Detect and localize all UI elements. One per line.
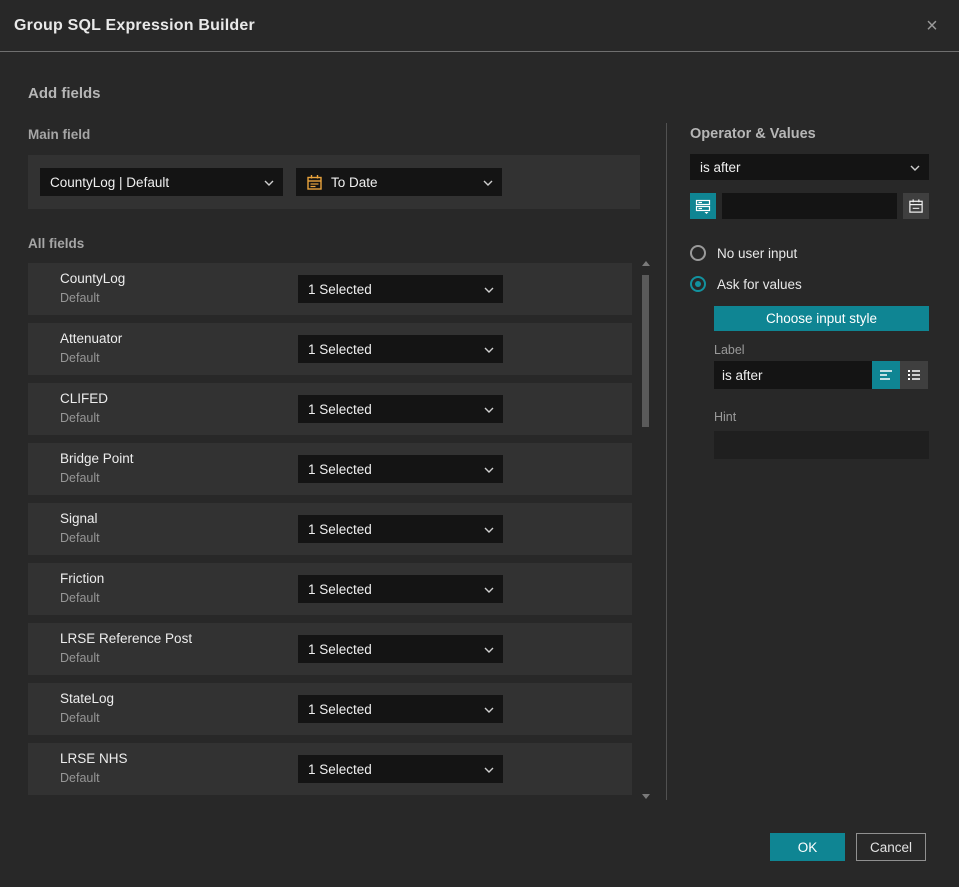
add-fields-heading: Add fields xyxy=(28,85,101,102)
main-field-select-value: CountyLog | Default xyxy=(50,174,170,190)
field-selected-dropdown[interactable]: 1 Selected xyxy=(298,695,503,723)
radio-icon xyxy=(690,245,706,261)
field-selected-dropdown[interactable]: 1 Selected xyxy=(298,515,503,543)
choose-input-style-button[interactable]: Choose input style xyxy=(714,306,929,331)
radio-ask-for-values-label: Ask for values xyxy=(717,276,802,292)
field-row: Friction Default 1 Selected xyxy=(28,563,632,615)
field-selected-value: 1 Selected xyxy=(308,761,372,777)
panel-divider xyxy=(666,123,667,800)
fields-scrollbar[interactable] xyxy=(640,261,652,799)
scroll-up-icon[interactable] xyxy=(642,261,650,266)
chevron-down-icon xyxy=(484,460,494,478)
scroll-down-icon[interactable] xyxy=(642,794,650,799)
field-row: CLIFED Default 1 Selected xyxy=(28,383,632,435)
chevron-down-icon xyxy=(484,700,494,718)
field-row: Attenuator Default 1 Selected xyxy=(28,323,632,375)
bullet-list-icon xyxy=(906,367,922,383)
chevron-down-icon xyxy=(484,280,494,298)
label-field-label: Label xyxy=(714,343,745,357)
align-left-icon xyxy=(878,367,894,383)
stacked-values-icon xyxy=(695,198,711,214)
chevron-down-icon xyxy=(484,580,494,598)
value-input[interactable] xyxy=(722,193,897,219)
cancel-button[interactable]: Cancel xyxy=(856,833,926,861)
date-type-select[interactable]: To Date xyxy=(296,168,502,196)
main-field-select[interactable]: CountyLog | Default xyxy=(40,168,283,196)
chevron-down-icon xyxy=(483,173,493,191)
field-selected-dropdown[interactable]: 1 Selected xyxy=(298,755,503,783)
field-selected-value: 1 Selected xyxy=(308,461,372,477)
close-icon[interactable]: × xyxy=(921,15,943,37)
list-input-style-button[interactable] xyxy=(900,361,928,389)
chevron-down-icon xyxy=(484,760,494,778)
label-input-row xyxy=(714,361,929,389)
calendar-icon xyxy=(306,174,323,191)
radio-no-user-input[interactable]: No user input xyxy=(690,245,929,261)
field-selected-value: 1 Selected xyxy=(308,581,372,597)
chevron-down-icon xyxy=(484,640,494,658)
field-row: CountyLog Default 1 Selected xyxy=(28,263,632,315)
field-row: Signal Default 1 Selected xyxy=(28,503,632,555)
field-selected-dropdown[interactable]: 1 Selected xyxy=(298,455,503,483)
all-fields-label: All fields xyxy=(28,236,85,251)
value-input-row xyxy=(690,193,929,219)
field-selected-value: 1 Selected xyxy=(308,341,372,357)
field-selected-value: 1 Selected xyxy=(308,701,372,717)
field-selected-value: 1 Selected xyxy=(308,401,372,417)
field-selected-value: 1 Selected xyxy=(308,281,372,297)
dialog-titlebar: Group SQL Expression Builder × xyxy=(0,0,959,52)
field-row: StateLog Default 1 Selected xyxy=(28,683,632,735)
field-selected-dropdown[interactable]: 1 Selected xyxy=(298,575,503,603)
hint-field-label: Hint xyxy=(714,410,737,424)
field-selected-dropdown[interactable]: 1 Selected xyxy=(298,395,503,423)
chevron-down-icon xyxy=(484,340,494,358)
radio-checked-icon xyxy=(690,276,706,292)
hint-input[interactable] xyxy=(714,431,929,459)
chevron-down-icon xyxy=(484,520,494,538)
operator-select-value: is after xyxy=(700,159,741,175)
operator-values-panel: Operator & Values is after No user input… xyxy=(690,126,929,459)
field-row: LRSE Reference Post Default 1 Selected xyxy=(28,623,632,675)
date-type-select-value: To Date xyxy=(331,174,378,190)
field-selected-dropdown[interactable]: 1 Selected xyxy=(298,275,503,303)
chevron-down-icon xyxy=(910,158,920,176)
field-selected-dropdown[interactable]: 1 Selected xyxy=(298,335,503,363)
field-row: Bridge Point Default 1 Selected xyxy=(28,443,632,495)
scrollbar-thumb[interactable] xyxy=(642,275,649,427)
main-field-label: Main field xyxy=(28,127,91,142)
all-fields-list: CountyLog Default 1 Selected Attenuator … xyxy=(28,263,632,803)
date-picker-button[interactable] xyxy=(903,193,929,219)
stacked-values-button[interactable] xyxy=(690,193,716,219)
main-field-box: CountyLog | Default To Date xyxy=(28,155,640,209)
label-input[interactable] xyxy=(714,361,872,389)
radio-no-user-input-label: No user input xyxy=(717,245,798,261)
operator-values-heading: Operator & Values xyxy=(690,126,816,142)
field-selected-value: 1 Selected xyxy=(308,521,372,537)
chevron-down-icon xyxy=(484,400,494,418)
field-row: LRSE NHS Default 1 Selected xyxy=(28,743,632,795)
radio-ask-for-values[interactable]: Ask for values xyxy=(690,276,929,292)
dialog-title: Group SQL Expression Builder xyxy=(14,16,255,34)
calendar-icon xyxy=(908,198,924,214)
ask-values-options: Choose input style Label is after Hint xyxy=(714,306,929,459)
operator-select[interactable]: is after xyxy=(690,154,929,180)
chevron-down-icon xyxy=(264,173,274,191)
single-input-style-button[interactable] xyxy=(872,361,900,389)
ok-button[interactable]: OK xyxy=(770,833,845,861)
field-selected-value: 1 Selected xyxy=(308,641,372,657)
field-selected-dropdown[interactable]: 1 Selected xyxy=(298,635,503,663)
